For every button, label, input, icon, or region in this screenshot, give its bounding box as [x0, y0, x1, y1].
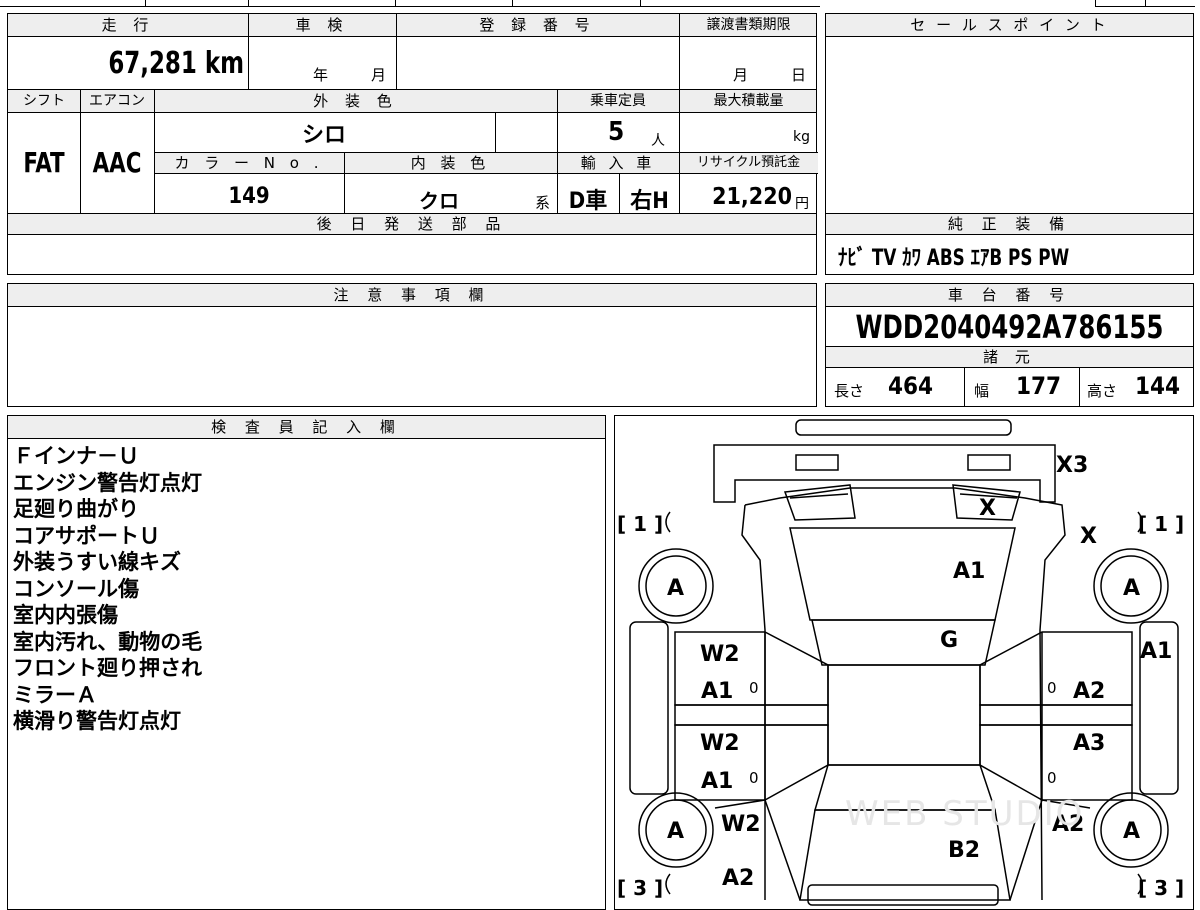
- inspector-box: 検 査 員 記 入 欄 Ｆインナ－Ｕ エンジン警告灯点灯 足廻り曲がり コアサポ…: [7, 415, 606, 910]
- inspector-label: 検 査 員 記 入 欄: [8, 416, 605, 439]
- width-label: 幅: [974, 382, 990, 400]
- corner-rr: [ 3 ]: [1138, 876, 1185, 900]
- width-value: 177: [1016, 372, 1062, 400]
- import-handle-value: 右H: [630, 189, 669, 214]
- specs-label: 諸 元: [983, 348, 1036, 366]
- wheel-fl-grade: A: [667, 576, 685, 601]
- color-no-label: カ ラ ー N o .: [174, 154, 324, 172]
- later-parts-label: 後 日 発 送 部 品: [316, 215, 508, 233]
- corner-fl: [ 1 ]: [617, 512, 664, 536]
- mark-a1-left-rear: A1: [701, 769, 734, 794]
- sales-point-label: セ ー ル ス ポ イ ン ト: [910, 16, 1109, 34]
- aircon-value: AAC: [92, 146, 142, 179]
- shaken-label: 車 検: [295, 16, 349, 34]
- recycle-unit: 円: [795, 196, 809, 212]
- notes-box: 注 意 事 項 欄: [7, 283, 817, 407]
- inspector-note-line: 室内汚れ、動物の毛: [13, 629, 203, 654]
- inspector-note-line: コンソール傷: [13, 576, 139, 601]
- wheel-fr-grade: A: [1123, 576, 1141, 601]
- inspector-note-line: 横滑り警告灯点灯: [13, 709, 181, 733]
- mark-a1-hood: A1: [953, 559, 986, 584]
- sales-point-box: セ ー ル ス ポ イ ン ト 純 正 装 備 ﾅﾋﾞ TV ｶﾜ ABS ｴｱ…: [825, 13, 1194, 275]
- length-value: 464: [888, 372, 934, 400]
- height-label: 高さ: [1087, 382, 1118, 400]
- inspector-note-line: フロント廻り押され: [13, 656, 202, 680]
- interior-color-value: クロ: [419, 189, 459, 213]
- mark-a3-right-rear: A3: [1073, 731, 1106, 756]
- door-zero-rf: 0: [1047, 679, 1057, 697]
- shift-label: シフト: [23, 93, 65, 109]
- genuine-equipment-label: 純 正 装 備: [947, 215, 1072, 233]
- chassis-label: 車 台 番 号: [826, 284, 1193, 307]
- mark-a2-right-front: A2: [1073, 679, 1106, 704]
- genuine-equipment-value: ﾅﾋﾞ TV ｶﾜ ABS ｴｱB PS PW: [838, 246, 1070, 271]
- inspector-note-line: 室内内張傷: [13, 603, 118, 627]
- inspector-note-line: Ｆインナ－Ｕ: [13, 444, 139, 468]
- recycle-value: 21,220: [712, 184, 792, 210]
- height-value: 144: [1135, 372, 1181, 400]
- exterior-color-value: シロ: [301, 123, 346, 148]
- notes-label: 注 意 事 項 欄: [8, 284, 816, 307]
- vehicle-info-table: 走 行 車 検 登 録 番 号 譲渡書類期限 67,281 km 年 月 月 日…: [7, 13, 818, 275]
- shaken-month-unit: 月: [371, 66, 387, 84]
- door-zero-rr: 0: [1047, 769, 1057, 787]
- recycle-label: リサイクル預託金: [696, 155, 801, 170]
- mark-b2-trunk: B2: [948, 838, 981, 863]
- interior-color-suffix: 系: [535, 194, 551, 212]
- mark-w2-left-quarter: W2: [721, 812, 761, 837]
- registration-label: 登 録 番 号: [479, 16, 596, 34]
- max-load-label: 最大積載量: [713, 93, 784, 109]
- mileage-label: 走 行: [101, 16, 155, 34]
- chassis-box: 車 台 番 号 WDD2040492A786155 諸 元 長さ 464 幅 1…: [825, 283, 1194, 407]
- inspector-note-line: 外装うすい線キズ: [13, 550, 181, 574]
- mark-g-roof: G: [940, 628, 959, 653]
- shaken-year-unit: 年: [313, 66, 329, 84]
- deadline-day-unit: 日: [791, 66, 807, 84]
- shift-value: FAT: [23, 146, 65, 179]
- damage-diagram-box: [ 1 ] [ 1 ] [ 3 ] [ 3 ] A A A A X3 X X A…: [614, 415, 1194, 910]
- max-load-unit: kg: [793, 129, 810, 145]
- corner-rl: [ 3 ]: [617, 876, 664, 900]
- top-strip: [0, 0, 1200, 8]
- mark-x-right: X: [1080, 524, 1097, 549]
- mark-a1-left-front: A1: [701, 679, 734, 704]
- mark-x-left: X: [979, 496, 996, 521]
- mark-w2-left-front: W2: [700, 642, 740, 667]
- door-zero-lf: 0: [749, 679, 759, 697]
- interior-color-label: 内 装 色: [410, 154, 491, 172]
- inspector-note-line: エンジン警告灯点灯: [13, 470, 202, 495]
- length-label: 長さ: [834, 382, 865, 400]
- import-label: 輸 入 車: [580, 154, 656, 172]
- transfer-deadline-label: 譲渡書類期限: [706, 17, 791, 33]
- mark-w2-left-rear: W2: [700, 731, 740, 756]
- capacity-unit: 人: [651, 133, 665, 149]
- mileage-value: 67,281 km: [108, 46, 244, 81]
- capacity-value: 5: [608, 117, 625, 147]
- wheel-rr-grade: A: [1123, 819, 1141, 844]
- inspector-note-line: ミラーＡ: [13, 682, 97, 707]
- aircon-label: エアコン: [89, 93, 145, 109]
- corner-fr: [ 1 ]: [1138, 512, 1185, 536]
- deadline-month-unit: 月: [733, 66, 749, 84]
- mark-x3: X3: [1056, 453, 1089, 478]
- wheel-rl-grade: A: [667, 819, 685, 844]
- capacity-label: 乗車定員: [590, 93, 646, 109]
- inspector-notes: Ｆインナ－Ｕ エンジン警告灯点灯 足廻り曲がり コアサポートＵ 外装うすい線キズ…: [13, 443, 202, 735]
- inspector-note-line: コアサポートＵ: [13, 523, 160, 548]
- watermark: WEB STUDIO: [845, 794, 1085, 834]
- door-zero-lr: 0: [749, 769, 759, 787]
- color-no-value: 149: [228, 184, 270, 209]
- exterior-color-label: 外 装 色: [313, 92, 398, 110]
- chassis-number: WDD2040492A786155: [855, 308, 1164, 346]
- inspector-note-line: 足廻り曲がり: [13, 497, 139, 521]
- mark-a1-right-fender: A1: [1140, 639, 1173, 664]
- import-drive-value: D車: [568, 189, 608, 214]
- mark-a2-rear-left: A2: [722, 866, 755, 891]
